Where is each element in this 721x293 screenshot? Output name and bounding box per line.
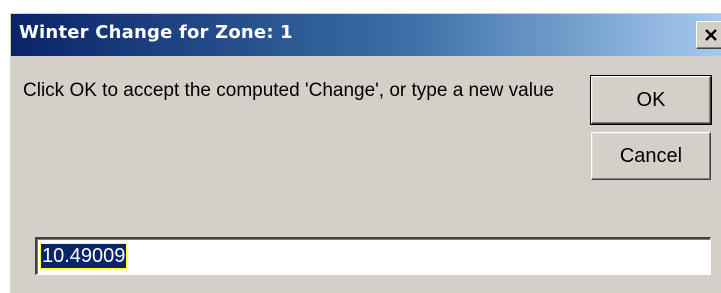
value-input-text: 10.49009 <box>39 243 128 269</box>
input-dialog: Winter Change for Zone: 1 Click OK to ac… <box>10 13 721 293</box>
value-input[interactable]: 10.49009 <box>35 237 711 275</box>
title-bar[interactable]: Winter Change for Zone: 1 <box>11 14 721 56</box>
cancel-button[interactable]: Cancel <box>591 132 711 180</box>
ok-button[interactable]: OK <box>590 75 712 125</box>
window-title: Winter Change for Zone: 1 <box>19 22 293 43</box>
close-button[interactable] <box>696 21 721 49</box>
prompt-message: Click OK to accept the computed 'Change'… <box>23 80 555 101</box>
close-icon <box>705 29 717 41</box>
